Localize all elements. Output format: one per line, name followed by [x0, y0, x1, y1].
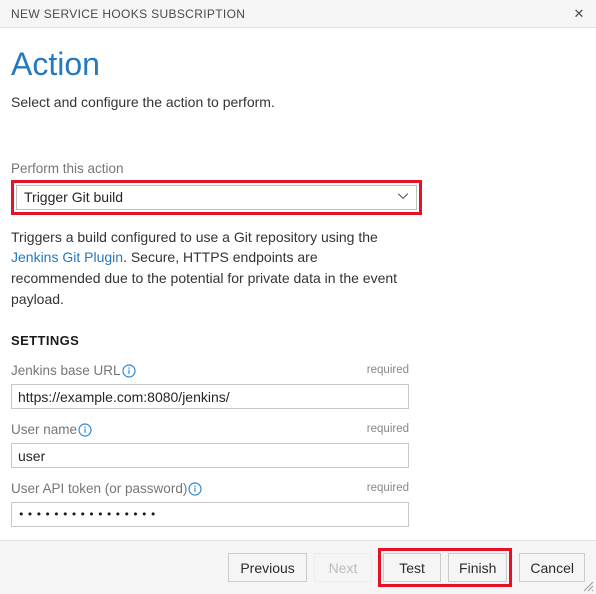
- settings-heading: SETTINGS: [11, 333, 80, 349]
- action-select-value: Trigger Git build: [24, 189, 124, 206]
- page-subtitle: Select and configure the action to perfo…: [11, 93, 275, 110]
- user-api-token-value: ••••••••••••••••: [18, 508, 159, 522]
- jenkins-base-url-value: https://example.com:8080/jenkins/: [18, 388, 230, 405]
- field-jenkins-base-url: Jenkins base URL required https://exampl…: [11, 362, 409, 410]
- info-icon[interactable]: [188, 482, 202, 496]
- finish-button[interactable]: Finish: [448, 553, 508, 582]
- field-user-api-token: User API token (or password) required ••…: [11, 480, 409, 528]
- field-label-group: Jenkins base URL: [11, 364, 136, 378]
- field-user-name: User name required user: [11, 421, 409, 469]
- dialog-footer: Previous Next Test Finish Cancel: [0, 540, 596, 594]
- field-label-line: User API token (or password) required: [11, 480, 409, 498]
- field-label: Jenkins base URL: [11, 363, 121, 379]
- info-icon[interactable]: [78, 423, 92, 437]
- user-name-input[interactable]: user: [11, 443, 409, 469]
- action-select[interactable]: Trigger Git build: [16, 184, 417, 210]
- dialog-titlebar: NEW SERVICE HOOKS SUBSCRIPTION ✕: [0, 0, 596, 28]
- cancel-button[interactable]: Cancel: [519, 553, 585, 582]
- description-text-before: Triggers a build configured to use a Git…: [11, 228, 378, 245]
- user-name-value: user: [18, 447, 46, 464]
- new-service-hooks-subscription-dialog: NEW SERVICE HOOKS SUBSCRIPTION ✕ Action …: [0, 0, 596, 594]
- test-finish-annotation: Test Finish: [378, 548, 513, 587]
- info-icon[interactable]: [121, 364, 136, 378]
- user-api-token-input[interactable]: ••••••••••••••••: [11, 502, 409, 528]
- action-label: Perform this action: [11, 160, 124, 176]
- resize-grip-icon[interactable]: [580, 578, 594, 592]
- field-label-line: User name required: [11, 421, 409, 439]
- next-button: Next: [314, 553, 373, 582]
- field-label-group: User API token (or password): [11, 482, 202, 496]
- page-title: Action: [11, 46, 100, 82]
- test-button[interactable]: Test: [383, 553, 442, 582]
- action-description: Triggers a build configured to use a Git…: [11, 227, 409, 309]
- field-label-line: Jenkins base URL required: [11, 362, 409, 380]
- field-requirement: required: [366, 423, 409, 436]
- close-icon[interactable]: ✕: [562, 0, 596, 26]
- dialog-content: Action Select and configure the action t…: [0, 28, 596, 540]
- jenkins-base-url-input[interactable]: https://example.com:8080/jenkins/: [11, 384, 409, 410]
- dialog-title: NEW SERVICE HOOKS SUBSCRIPTION: [11, 6, 246, 21]
- field-requirement: required: [366, 364, 409, 377]
- jenkins-git-plugin-link[interactable]: Jenkins Git Plugin: [11, 249, 123, 265]
- field-label-group: User name: [11, 423, 92, 437]
- action-select-annotation: Trigger Git build: [11, 179, 422, 215]
- previous-button[interactable]: Previous: [228, 553, 308, 582]
- field-requirement: required: [366, 482, 409, 495]
- field-label: User name: [11, 422, 78, 438]
- action-section: Perform this action Trigger Git build Tr…: [11, 161, 585, 309]
- chevron-down-icon: [397, 190, 409, 201]
- field-label: User API token (or password): [11, 481, 188, 497]
